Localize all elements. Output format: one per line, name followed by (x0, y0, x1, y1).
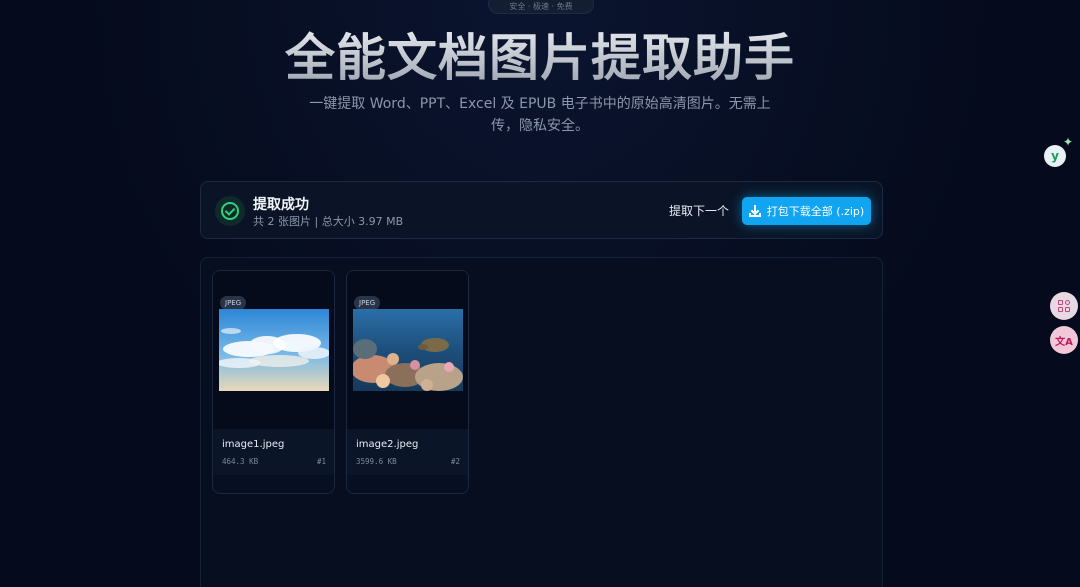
image-index: #2 (450, 457, 460, 466)
image-filename: image1.jpeg (222, 439, 285, 450)
image-filesize: 464.3 KB (222, 457, 259, 466)
status-title: 提取成功 (253, 197, 309, 213)
translate-label: 文A (1055, 336, 1073, 348)
feature-pill: 安全 · 极速 · 免费 (488, 0, 594, 14)
download-zip-button[interactable]: 打包下载全部 (.zip) (742, 197, 871, 225)
image-thumbnail[interactable] (353, 309, 463, 391)
status-meta: 共 2 张图片 | 总大小 3.97 MB (253, 215, 404, 228)
format-badge: JPEG (354, 296, 381, 310)
download-zip-label: 打包下载全部 (.zip) (766, 205, 865, 218)
image-thumbnail[interactable] (219, 309, 329, 391)
translate-icon[interactable]: 文A (1050, 326, 1078, 354)
extract-next-button[interactable]: 提取下一个 (669, 202, 729, 219)
image-info: image1.jpeg 464.3 KB #1 (213, 429, 334, 475)
page-subtitle: 一键提取 Word、PPT、Excel 及 EPUB 电子书中的原始高清图片。无… (309, 96, 771, 134)
sparkle-icon: ✦ (1063, 135, 1074, 149)
image-filename: image2.jpeg (356, 439, 419, 450)
image-card[interactable]: JPEG (212, 270, 335, 494)
image-filesize: 3599.6 KB (356, 457, 397, 466)
page-root: 安全 · 极速 · 免费 全能文档图片提取助手 一键提取 Word、PPT、Ex… (0, 0, 1080, 587)
image-card[interactable]: JPEG (346, 270, 469, 494)
assistant-label: y (1051, 149, 1059, 163)
page-title: 全能文档图片提取助手 (0, 18, 1080, 90)
image-gallery: JPEG image1.jpeg 464.3 KB #1 JPEG image2… (200, 257, 883, 587)
image-info: image2.jpeg 3599.6 KB #2 (347, 429, 468, 475)
image-index: #1 (316, 457, 326, 466)
extraction-status-card: 提取成功 共 2 张图片 | 总大小 3.97 MB 提取下一个 打包下载全部 … (200, 181, 883, 239)
apps-icon[interactable] (1050, 292, 1078, 320)
format-badge: JPEG (220, 296, 247, 310)
check-circle-icon (215, 196, 245, 226)
download-icon (748, 205, 761, 217)
